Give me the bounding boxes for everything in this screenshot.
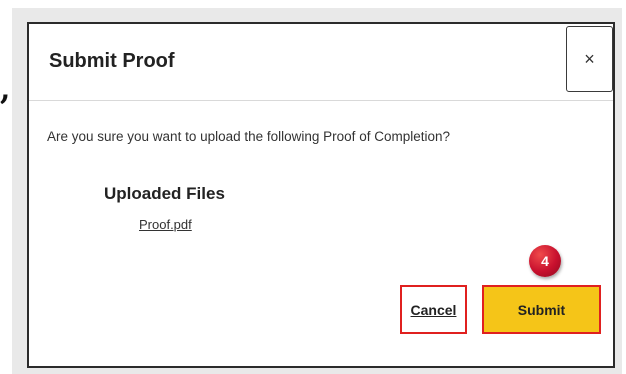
uploaded-files-heading: Uploaded Files (104, 184, 225, 203)
page: , Submit Proof × Are you sure you want t… (0, 0, 626, 374)
submit-button-label: Submit (517, 301, 566, 318)
confirmation-message: Are you sure you want to upload the foll… (47, 129, 450, 144)
cancel-button-label: Cancel (410, 301, 457, 318)
dialog-header: Submit Proof × (29, 24, 613, 101)
step-number-badge: 4 (529, 245, 561, 277)
close-button[interactable]: × (566, 26, 613, 92)
step-number: 4 (541, 253, 549, 269)
uploaded-file-link[interactable]: Proof.pdf (139, 217, 192, 232)
submit-proof-dialog: Submit Proof × Are you sure you want to … (27, 22, 615, 368)
submit-button[interactable]: Submit (482, 285, 601, 334)
stray-comma-mark: , (0, 72, 11, 107)
close-icon: × (584, 49, 595, 69)
cancel-button[interactable]: Cancel (400, 285, 467, 334)
dialog-title: Submit Proof (49, 50, 175, 72)
